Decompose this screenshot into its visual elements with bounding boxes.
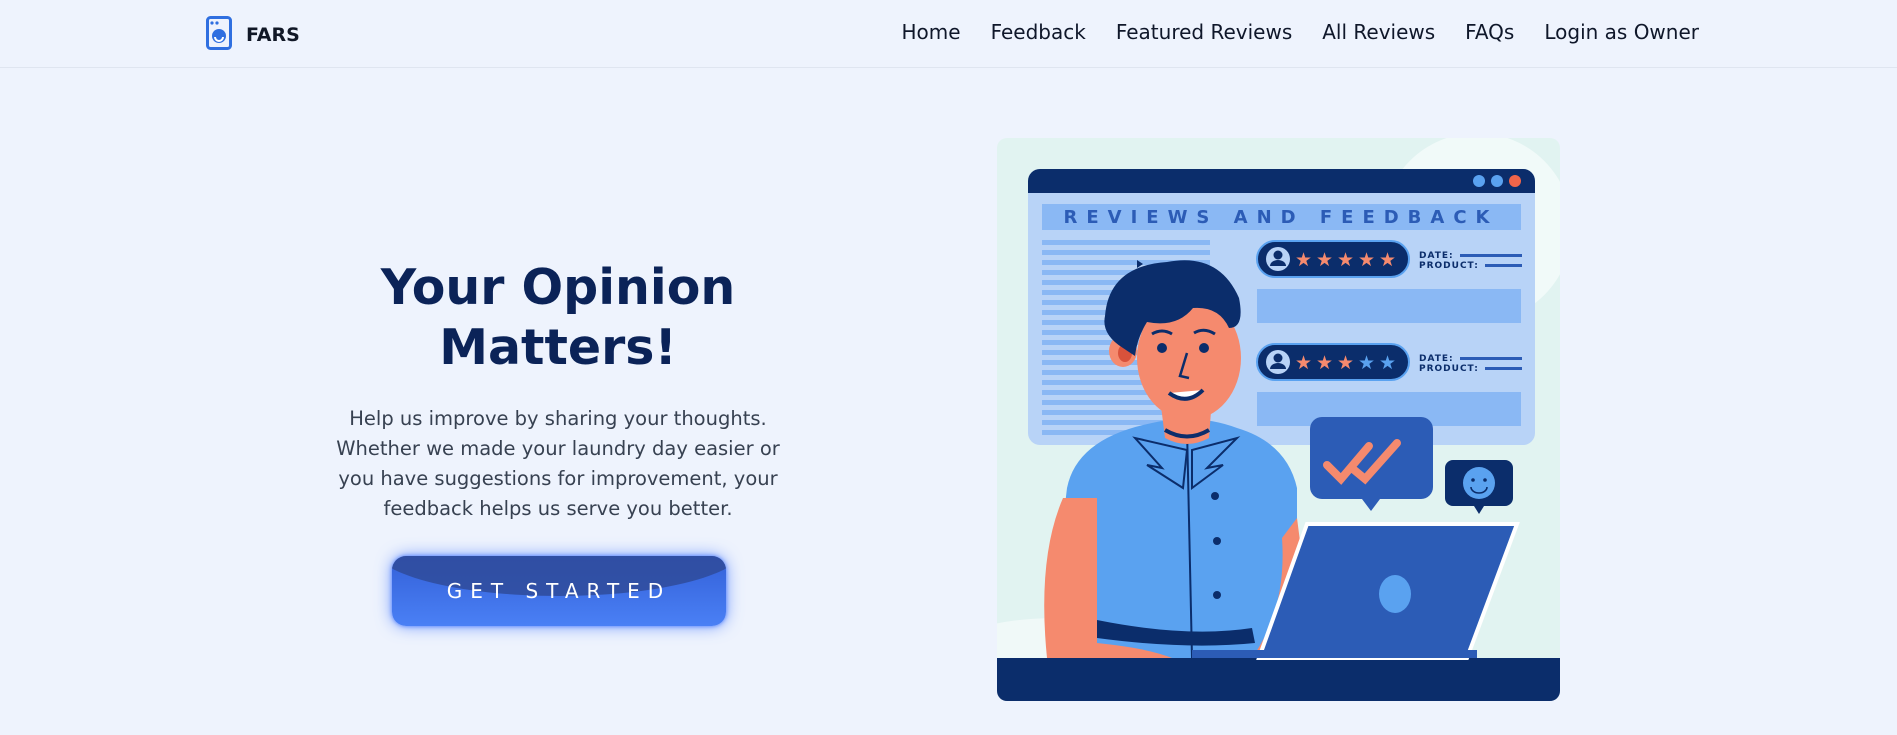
nav-feedback[interactable]: Feedback — [991, 20, 1086, 44]
svg-text:★: ★ — [1358, 249, 1375, 271]
reviews-illustration: REVIEWS AND FEEDBACK ★ ★ ★ ★ ★ DATE: PRO… — [997, 138, 1560, 701]
svg-text:PRODUCT:: PRODUCT: — [1419, 364, 1479, 374]
nav-faqs[interactable]: FAQs — [1465, 20, 1514, 44]
hero-subtitle: Help us improve by sharing your thoughts… — [318, 404, 798, 524]
svg-text:★: ★ — [1379, 249, 1396, 271]
nav-login-as-owner[interactable]: Login as Owner — [1544, 20, 1699, 44]
browser-window: REVIEWS AND FEEDBACK ★ ★ ★ ★ ★ DATE: PRO… — [1028, 169, 1535, 445]
nav-all-reviews[interactable]: All Reviews — [1322, 20, 1435, 44]
hero-title-line-2: Matters! — [439, 319, 677, 376]
svg-text:DATE:: DATE: — [1419, 354, 1454, 364]
hero-subtitle-line: Help us improve by sharing your thoughts… — [349, 407, 767, 430]
svg-text:★: ★ — [1358, 352, 1375, 374]
hero-subtitle-line: feedback helps us serve you better. — [383, 497, 733, 520]
main-nav: Home Feedback Featured Reviews All Revie… — [902, 20, 1699, 44]
svg-text:★: ★ — [1379, 352, 1396, 374]
svg-text:★: ★ — [1295, 352, 1312, 374]
checkmark-bubble — [1310, 417, 1433, 511]
hero-title: Your Opinion Matters! — [318, 258, 798, 378]
nav-home[interactable]: Home — [902, 20, 961, 44]
smiley-bubble — [1445, 460, 1513, 514]
svg-text:★: ★ — [1316, 249, 1333, 271]
svg-text:DATE:: DATE: — [1419, 251, 1454, 261]
top-navbar: FARS Home Feedback Featured Reviews All … — [0, 0, 1897, 68]
get-started-button[interactable]: GET STARTED — [392, 556, 726, 626]
svg-text:PRODUCT:: PRODUCT: — [1419, 261, 1479, 271]
hero-subtitle-line: Whether we made your laundry day easier … — [336, 437, 780, 460]
hero-subtitle-line: you have suggestions for improvement, yo… — [338, 467, 778, 490]
brand-logo[interactable]: FARS — [206, 16, 300, 54]
washing-machine-icon — [206, 16, 232, 54]
hero-title-line-1: Your Opinion — [380, 259, 736, 316]
svg-text:★: ★ — [1337, 352, 1354, 374]
get-started-label: GET STARTED — [446, 579, 672, 603]
svg-text:★: ★ — [1295, 249, 1312, 271]
nav-featured-reviews[interactable]: Featured Reviews — [1116, 20, 1292, 44]
svg-text:★: ★ — [1316, 352, 1333, 374]
svg-text:★: ★ — [1337, 249, 1354, 271]
illustration-banner-text: REVIEWS AND FEEDBACK — [1063, 207, 1498, 228]
hero-section: Your Opinion Matters! Help us improve by… — [318, 258, 798, 524]
brand-name: FARS — [246, 24, 300, 46]
